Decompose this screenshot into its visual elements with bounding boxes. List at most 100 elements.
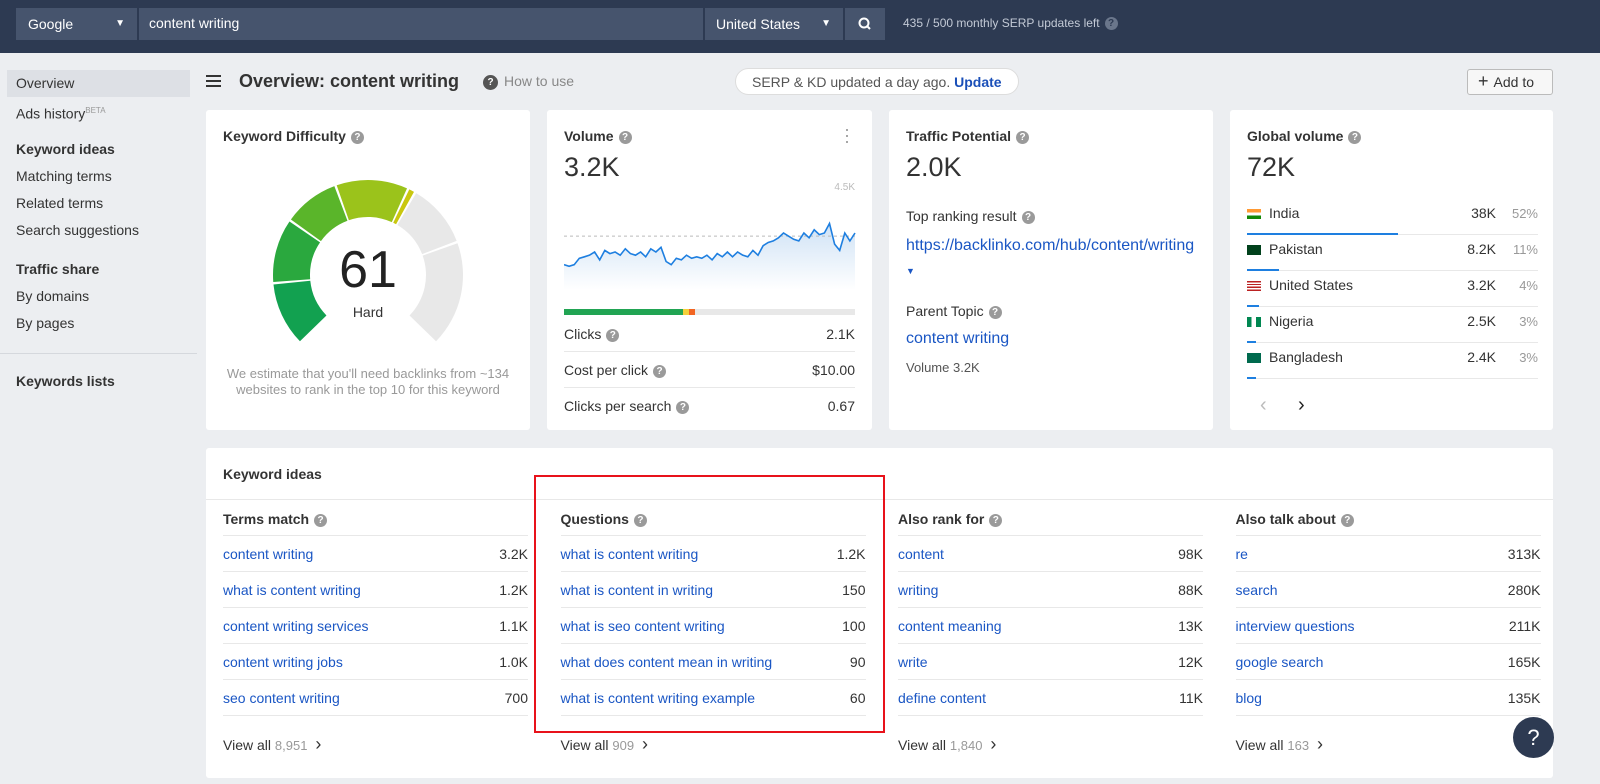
country-row[interactable]: India 38K 52%: [1247, 199, 1538, 235]
country-label: United States: [716, 16, 801, 32]
flag-icon-us: [1247, 281, 1261, 291]
keyword-input[interactable]: content writing: [139, 8, 703, 40]
country-name: Bangladesh: [1269, 349, 1343, 365]
kd-value: 61: [339, 241, 397, 299]
help-icon[interactable]: ?: [1340, 513, 1354, 527]
help-icon[interactable]: ?: [314, 513, 328, 527]
help-icon[interactable]: ?: [618, 130, 632, 144]
update-link[interactable]: Update: [954, 74, 1001, 90]
keyword-link[interactable]: re: [1236, 546, 1248, 562]
cpc-label: Cost per click: [564, 362, 649, 378]
ideas-column: Also rank for? content 98K writing 88K conten…: [898, 500, 1203, 755]
keyword-link[interactable]: content: [898, 546, 944, 562]
country-percent: 52%: [1511, 206, 1538, 221]
view-all-count: 163: [1287, 738, 1310, 753]
help-icon[interactable]: ?: [653, 364, 667, 378]
view-all-label: View all: [560, 737, 609, 753]
how-to-use-link[interactable]: ? How to use: [483, 73, 574, 90]
sidebar-item-by-domains[interactable]: By domains: [0, 283, 197, 310]
global-value: 72K: [1247, 152, 1296, 182]
keyword-link[interactable]: google search: [1236, 654, 1324, 670]
clicks-label: Clicks: [564, 326, 602, 342]
help-icon[interactable]: ?: [989, 513, 1003, 527]
add-to-button[interactable]: + Add to: [1467, 69, 1553, 95]
keyword-link[interactable]: content writing jobs: [223, 654, 343, 670]
view-all-label: View all: [898, 737, 946, 753]
ads-history-label: Ads history: [16, 105, 86, 122]
how-to-use-label: How to use: [504, 73, 575, 89]
more-options-icon[interactable]: · · ·: [844, 120, 850, 150]
country-row[interactable]: Bangladesh 2.4K 3%: [1247, 343, 1538, 379]
keyword-link[interactable]: writing: [898, 582, 938, 598]
clicks-row: Clicks? 2.1K: [564, 316, 855, 352]
updates-text: 435 / 500 monthly SERP updates left: [903, 16, 1100, 30]
next-page-button[interactable]: ›: [1298, 394, 1305, 417]
prev-page-button[interactable]: ‹: [1260, 394, 1267, 417]
country-select[interactable]: United States ▼: [705, 8, 843, 40]
search-engine-select[interactable]: Google ▼: [16, 8, 137, 40]
help-icon[interactable]: ?: [676, 400, 690, 414]
view-all-count: 909: [612, 738, 635, 753]
top-result-label-text: Top ranking result: [906, 208, 1017, 224]
sidebar-item-by-pages[interactable]: By pages: [0, 310, 197, 337]
help-button[interactable]: ?: [1513, 717, 1554, 758]
sidebar-item-related-terms[interactable]: Related terms: [0, 190, 197, 217]
idea-row: content meaning 13K: [898, 608, 1203, 644]
country-row[interactable]: Pakistan 8.2K 11%: [1247, 235, 1538, 271]
top-result-url[interactable]: https://backlinko.com/hub/content/writin…: [906, 234, 1198, 283]
flag-icon-in: [1247, 209, 1261, 219]
help-icon[interactable]: ?: [350, 130, 364, 144]
caret-down-icon: ▼: [115, 18, 125, 29]
keyword-link[interactable]: content meaning: [898, 618, 1002, 634]
parent-topic-link[interactable]: content writing: [906, 330, 1009, 348]
idea-row: google search 165K: [1235, 644, 1541, 680]
keyword-link[interactable]: content writing services: [223, 618, 369, 634]
keyword-link[interactable]: search: [1236, 582, 1278, 598]
sidebar-item-overview[interactable]: Overview: [7, 70, 190, 97]
help-icon[interactable]: ?: [606, 328, 620, 342]
help-icon[interactable]: ?: [1021, 210, 1035, 224]
global-volume-card: Global volume? 72K India 38K 52% Pakistan 8.…: [1230, 110, 1553, 430]
sidebar-item-ads-history[interactable]: Ads historyBETA: [0, 97, 197, 124]
search-button[interactable]: [845, 8, 885, 40]
view-all-link[interactable]: View all 909 ›: [561, 734, 866, 755]
column-header: Also talk about?: [1235, 500, 1541, 536]
view-all-link[interactable]: View all 1,840 ›: [898, 734, 1203, 755]
idea-row: search 280K: [1235, 572, 1541, 608]
sidebar-item-keywords-lists[interactable]: Keywords lists: [0, 368, 197, 395]
help-icon[interactable]: ?: [1104, 17, 1118, 31]
card-title: Traffic Potential?: [906, 128, 1030, 144]
help-icon[interactable]: ?: [1016, 130, 1030, 144]
help-icon[interactable]: ?: [988, 305, 1002, 319]
view-all-link[interactable]: View all 163 ›: [1236, 734, 1541, 755]
parent-label-text: Parent Topic: [906, 303, 984, 319]
engine-label: Google: [28, 16, 74, 32]
cpc-value: $10.00: [812, 362, 855, 378]
keyword-link[interactable]: write: [898, 654, 928, 670]
menu-icon[interactable]: [206, 75, 221, 87]
gauge-segment: [336, 180, 408, 223]
update-text: SERP & KD updated a day ago.: [752, 74, 951, 90]
help-icon[interactable]: ?: [1348, 130, 1362, 144]
keyword-link[interactable]: seo content writing: [223, 690, 340, 706]
keyword-link[interactable]: content writing: [223, 546, 313, 562]
sidebar-item-search-suggestions[interactable]: Search suggestions: [0, 217, 197, 244]
view-all-link[interactable]: View all 8,951 ›: [223, 734, 528, 755]
kd-label: Hard: [352, 304, 384, 320]
sidebar-item-matching-terms[interactable]: Matching terms: [0, 163, 197, 190]
keyword-volume: 700: [504, 690, 528, 706]
clicks-segment-other: [689, 309, 695, 315]
sidebar: Overview Ads historyBETA Keyword ideas M…: [0, 53, 197, 395]
keyword-link[interactable]: interview questions: [1236, 618, 1355, 634]
column-header: Also rank for?: [898, 500, 1203, 536]
parent-volume: Volume 3.2K: [906, 360, 980, 375]
chevron-right-icon: ›: [315, 734, 322, 754]
flag-icon-pk: [1247, 245, 1261, 255]
country-row[interactable]: Nigeria 2.5K 3%: [1247, 307, 1538, 343]
country-row[interactable]: United States 3.2K 4%: [1247, 271, 1538, 307]
keyword-volume: 211K: [1508, 618, 1541, 634]
keyword-link[interactable]: blog: [1236, 690, 1262, 706]
keyword-link[interactable]: define content: [898, 690, 986, 706]
traffic-title: Traffic Potential: [906, 128, 1012, 144]
keyword-link[interactable]: what is content writing: [223, 582, 361, 598]
